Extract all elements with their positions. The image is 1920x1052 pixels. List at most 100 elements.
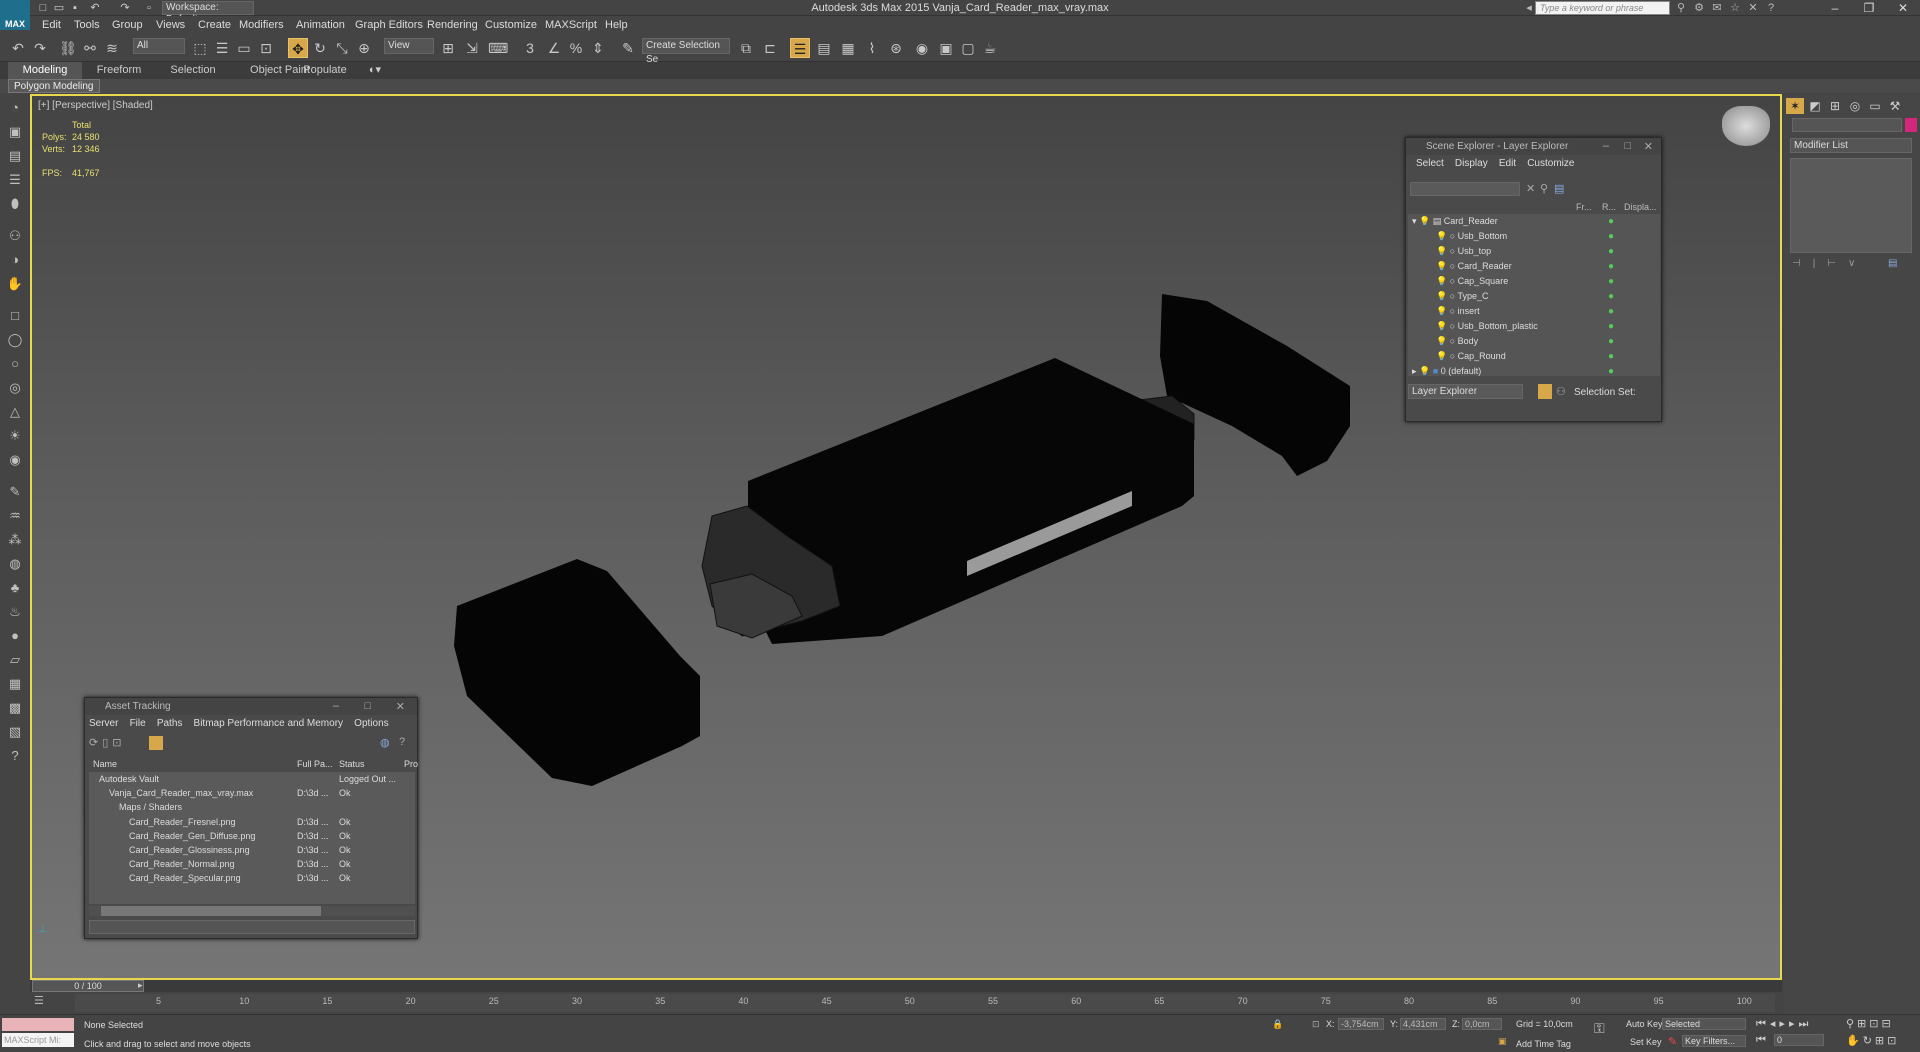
viewport-layout-icon[interactable]: ▣ (4, 122, 26, 142)
torus-icon[interactable]: ◎ (4, 378, 26, 398)
window-crossing-icon[interactable]: ⊡ (256, 38, 276, 58)
at-col-pro[interactable]: Pro (404, 756, 418, 772)
target-icon[interactable]: ◉ (4, 450, 26, 470)
maxscript-mini-listener[interactable]: MAXScript Mi: (2, 1033, 74, 1047)
object-name-input[interactable] (1792, 118, 1902, 132)
at-menu-bitmap[interactable]: Bitmap Performance and Memory (194, 718, 344, 729)
tab-freeform[interactable]: Freeform (82, 62, 156, 79)
key-filter-pen-icon[interactable]: ✎ (1668, 1035, 1677, 1048)
graphite-toolbar-icon[interactable]: ▦ (838, 38, 858, 58)
brush-icon[interactable]: ✎ (4, 482, 26, 502)
undo-icon[interactable]: ↶ (88, 1, 102, 15)
toggle-scene-explorer-icon[interactable]: ☰ (790, 38, 810, 58)
se-display-icon[interactable]: ▤ (1554, 182, 1564, 195)
list-icon[interactable]: ☰ (4, 170, 26, 190)
select-manipulate-icon[interactable]: ⇲ (462, 38, 482, 58)
select-rotate-icon[interactable]: ↻ (310, 38, 330, 58)
menu-create[interactable]: Create (198, 17, 231, 34)
search-expand-icon[interactable]: ◂ (1522, 1, 1536, 15)
se-item-cap-square[interactable]: 💡 ○ Cap_Square (1408, 274, 1660, 289)
se-item-usb-top[interactable]: 💡 ○ Usb_top (1408, 244, 1660, 259)
exchange-icon[interactable]: ✕ (1746, 1, 1760, 15)
asset-row[interactable]: Card_Reader_Glossiness.png D:\3d ... Ok (89, 843, 415, 857)
tab-populate[interactable]: Populate (300, 62, 350, 79)
se-col-freeze[interactable]: Fr... (1576, 200, 1592, 214)
key-mode-dropdown[interactable]: Selected (1662, 1018, 1746, 1030)
at-maximize-button[interactable]: □ (364, 700, 371, 712)
hierarchy-tab-icon[interactable]: ⊞ (1826, 98, 1844, 114)
asset-row[interactable]: Maps / Shaders (89, 800, 415, 814)
scene-explorer-title[interactable]: Scene Explorer - Layer Explorer (1406, 138, 1661, 155)
at-help-icon[interactable]: ? (399, 736, 405, 748)
stack-tools-icons[interactable]: ⊣|⊢∨ (1792, 258, 1867, 269)
named-selection-dropdown[interactable]: Create Selection Se (642, 38, 730, 65)
render-setup-icon[interactable]: ▣ (936, 38, 956, 58)
rectangular-selection-icon[interactable]: ▭ (234, 38, 254, 58)
asset-row[interactable]: Card_Reader_Fresnel.png D:\3d ... Ok (89, 815, 415, 829)
at-col-status[interactable]: Status (339, 756, 365, 772)
snaps-toggle-icon[interactable]: 3 (520, 38, 540, 58)
open-file-icon[interactable]: ▭ (52, 1, 66, 15)
mini-curve-editor-icon[interactable]: ☰ (34, 994, 44, 1007)
globe-icon[interactable]: ◍ (4, 554, 26, 574)
plane-icon[interactable]: ▱ (4, 650, 26, 670)
reference-coordinate-dropdown[interactable]: View (384, 38, 434, 54)
motion-tab-icon[interactable]: ◎ (1846, 98, 1864, 114)
particle-icon[interactable]: ⁂ (4, 530, 26, 550)
new-file-icon[interactable]: □ (36, 1, 50, 15)
se-col-display[interactable]: Displa... (1624, 200, 1657, 214)
restore-button[interactable]: ❐ (1852, 0, 1886, 16)
se-render-toggles[interactable]: ● ● ● ● ● ● ● ● ● ● ● (1608, 214, 1620, 377)
menu-rendering[interactable]: Rendering (427, 17, 478, 34)
rendered-frame-window-icon[interactable]: ▢ (958, 38, 978, 58)
set-key-button[interactable]: Set Key (1630, 1037, 1662, 1047)
lock-icon[interactable]: 🔒 (1272, 1019, 1283, 1030)
sphere-icon[interactable]: ◯ (4, 330, 26, 350)
viewport-nav-controls-2[interactable]: ✋↻⊞⊡ (1846, 1034, 1899, 1047)
se-explorer-type-dropdown[interactable]: Layer Explorer (1408, 384, 1523, 399)
undo-tool-icon[interactable]: ↶ (8, 38, 28, 58)
paint-icon[interactable]: ♒ (4, 506, 26, 526)
select-object-icon[interactable]: ⬚ (190, 38, 210, 58)
menu-views[interactable]: Views (156, 17, 185, 34)
align-icon[interactable]: ⊏ (760, 38, 780, 58)
tab-selection[interactable]: Selection (156, 62, 230, 79)
redo-tool-icon[interactable]: ↷ (30, 38, 50, 58)
spinner-snap-icon[interactable]: ⇕ (588, 38, 608, 58)
set-key-mode-icon[interactable]: ⚿ (1594, 1020, 1605, 1037)
render-frame-icon[interactable]: ▩ (4, 698, 26, 718)
help-icon[interactable]: ? (1764, 1, 1778, 15)
project-folder-icon[interactable]: ▫ (142, 1, 156, 15)
current-frame-input[interactable]: 0 (1774, 1034, 1824, 1046)
se-item-cap-round[interactable]: 💡 ○ Cap_Round (1408, 349, 1660, 364)
maxscript-listener-pink[interactable] (2, 1018, 74, 1031)
schematic-view-icon[interactable]: ⊛ (886, 38, 906, 58)
configure-sets-icon[interactable]: ▤ (1888, 258, 1897, 269)
selection-filter-dropdown[interactable]: All (133, 38, 185, 54)
object-color-swatch[interactable] (1905, 118, 1917, 132)
se-item-usb-bottom[interactable]: 💡 ○ Usb_Bottom (1408, 229, 1660, 244)
mirror-icon[interactable]: ⧉ (736, 38, 756, 58)
utilities-tab-icon[interactable]: ⚒ (1886, 98, 1904, 114)
bitmap-icon[interactable]: ▧ (4, 722, 26, 742)
unlink-icon[interactable]: ⚯ (80, 38, 100, 58)
cylinder-icon[interactable]: ○ (4, 354, 26, 374)
se-item-insert[interactable]: 💡 ○ insert (1408, 304, 1660, 319)
modifier-stack[interactable] (1790, 158, 1912, 253)
scene-explorer-window[interactable]: Scene Explorer - Layer Explorer – □ ✕ Se… (1405, 137, 1662, 422)
at-menu-server[interactable]: Server (89, 718, 118, 729)
menu-tools[interactable]: Tools (74, 17, 100, 34)
favorites-star-icon[interactable]: ☆ (1728, 1, 1742, 15)
menu-help[interactable]: Help (605, 17, 628, 34)
se-menu-customize[interactable]: Customize (1527, 158, 1574, 169)
add-time-tag[interactable]: Add Time Tag (1516, 1039, 1571, 1049)
asset-row[interactable]: Card_Reader_Gen_Diffuse.png D:\3d ... Ok (89, 829, 415, 843)
hair-icon[interactable]: ♨ (4, 602, 26, 622)
at-minimize-button[interactable]: – (333, 700, 339, 712)
menu-edit[interactable]: Edit (42, 17, 61, 34)
select-place-icon[interactable]: ⊕ (354, 38, 374, 58)
layer-manager-icon[interactable]: ▤ (814, 38, 834, 58)
polygon-modeling-panel[interactable]: Polygon Modeling (8, 79, 100, 93)
subscription-icon[interactable]: ⚙ (1692, 1, 1706, 15)
se-item-usb-bottom-plastic[interactable]: 💡 ○ Usb_Bottom_plastic (1408, 319, 1660, 334)
